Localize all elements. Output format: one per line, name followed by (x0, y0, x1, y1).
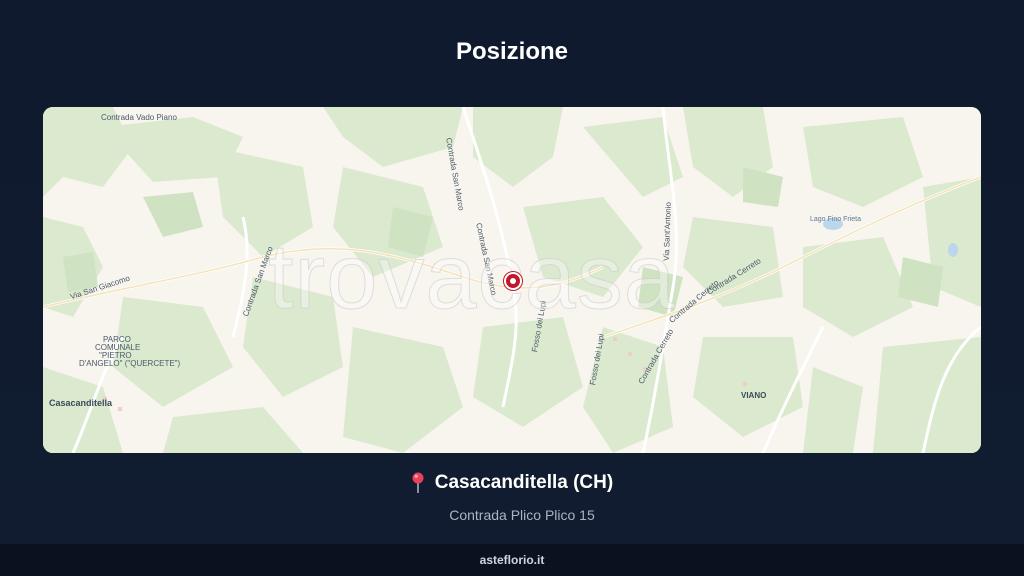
location-map[interactable]: Contrada Vado Piano Contrada San Marco C… (43, 107, 981, 453)
map-pin-icon[interactable] (504, 272, 522, 290)
map-label-viano: VIANO (741, 391, 767, 400)
watermark-logo: trovacasa (268, 226, 676, 329)
location-pin-icon (411, 472, 425, 494)
footer: asteflorio.it (0, 544, 1024, 576)
page-title: Posizione (455, 38, 569, 65)
location-address: Contrada Plico Plico 15 (449, 507, 595, 523)
map-label-dangelo: D'ANGELO" ("QUERCETE") (79, 359, 181, 368)
location-info: Casacanditella (CH) Contrada Plico Plico… (0, 472, 1024, 523)
footer-site-link[interactable]: asteflorio.it (480, 553, 545, 567)
map-label-lago: Lago Fino Frieta (810, 216, 861, 223)
location-city: Casacanditella (CH) (434, 472, 614, 493)
map-label-contrada-vado-piano: Contrada Vado Piano (101, 113, 177, 122)
map-label-casacanditella: Casacanditella (49, 398, 113, 408)
